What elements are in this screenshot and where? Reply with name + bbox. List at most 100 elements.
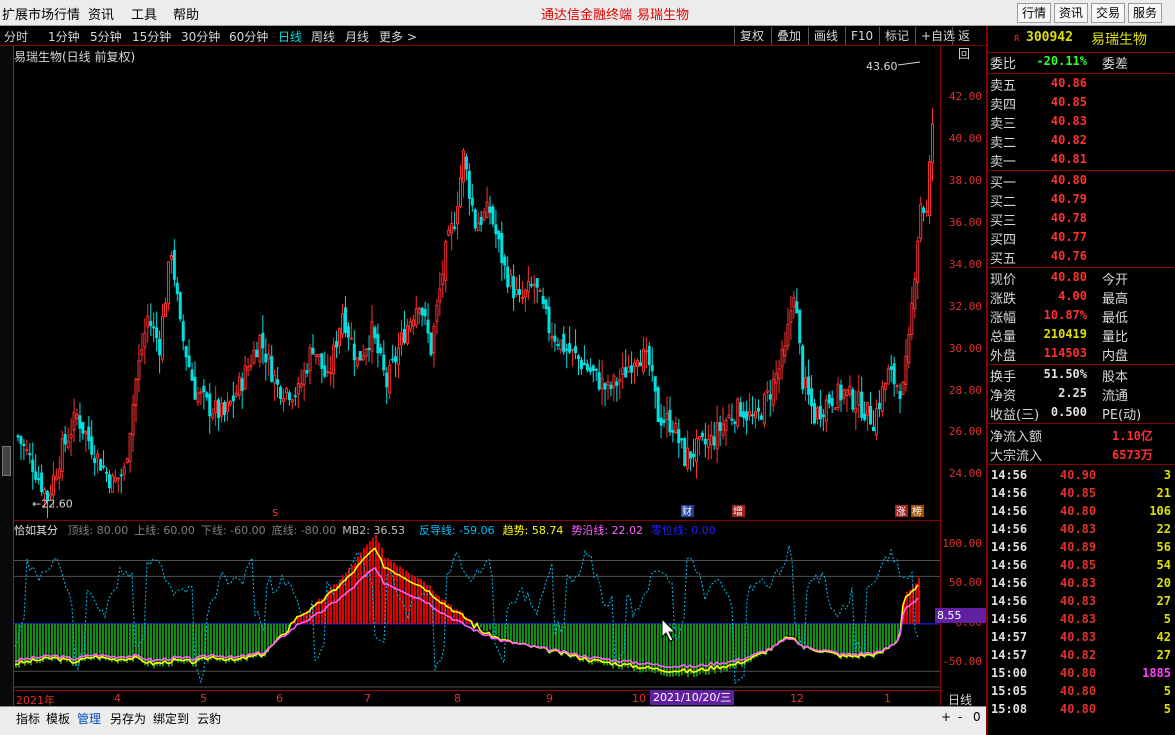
- quote-header: R 300942 易瑞生物: [988, 26, 1175, 52]
- stock-code: 300942: [1026, 30, 1073, 45]
- candle-body: [134, 378, 138, 407]
- indicator-chart[interactable]: [14, 520, 940, 690]
- candle-body: [653, 376, 657, 392]
- tick-price: 40.83: [1060, 630, 1097, 644]
- buy-level: 买三 40.78: [988, 210, 1175, 229]
- candle-body: [568, 343, 572, 353]
- indicator-bar: [498, 623, 500, 637]
- stat2: 净资 2.25 流通: [988, 385, 1175, 404]
- tick-price: 40.82: [1060, 648, 1097, 662]
- period-daily[interactable]: 日线: [278, 28, 302, 45]
- zoom-reset-button[interactable]: 0: [973, 710, 981, 724]
- indicator-y-tick: 100.00: [942, 536, 982, 550]
- candle-body: [624, 367, 628, 378]
- indicator-bar: [495, 623, 497, 636]
- splitter-handle[interactable]: [2, 446, 11, 476]
- fuquan-button[interactable]: 复权: [734, 27, 769, 45]
- period-30min[interactable]: 30分钟: [181, 28, 220, 45]
- candle-body: [877, 402, 881, 410]
- candle-body: [119, 474, 123, 477]
- indicator-svg[interactable]: [14, 521, 940, 691]
- indicator-bar: [222, 623, 224, 661]
- tick-price: 40.85: [1060, 558, 1097, 572]
- indicator-bar: [675, 623, 677, 676]
- period-60min[interactable]: 60分钟: [229, 28, 268, 45]
- indicator-bar: [48, 623, 50, 661]
- candle-body: [87, 426, 91, 442]
- back-button[interactable]: 返回: [952, 27, 986, 61]
- candle-body: [456, 206, 460, 225]
- stat-label: 涨跌: [990, 292, 1017, 307]
- candle-body: [845, 389, 849, 396]
- service-button[interactable]: 服务: [1128, 3, 1162, 23]
- indicator-line-value: 趋势: 58.74: [502, 524, 564, 537]
- indicator-bar: [57, 623, 59, 660]
- trade-button[interactable]: 交易: [1091, 3, 1125, 23]
- candle-body: [880, 386, 884, 412]
- kline-chart[interactable]: 43.60 ←22.60 S 财 增 涨榜: [14, 46, 940, 518]
- menu-help[interactable]: 帮助: [173, 4, 199, 23]
- tab-cloud[interactable]: 云豹: [197, 710, 221, 727]
- f10-button[interactable]: F10: [845, 27, 878, 45]
- y-tick-label: 38.00: [948, 174, 982, 188]
- y-tick-label: 40.00: [948, 132, 982, 146]
- quote-button[interactable]: 行情: [1017, 3, 1051, 23]
- candle-body: [842, 389, 846, 399]
- period-weekly[interactable]: 周线: [311, 28, 335, 45]
- left-scroll-strip[interactable]: [0, 46, 14, 706]
- indicator-bar: [96, 623, 98, 658]
- period-15min[interactable]: 15分钟: [132, 28, 171, 45]
- draw-line-button[interactable]: 画线: [808, 27, 843, 45]
- period-monthly[interactable]: 月线: [345, 28, 369, 45]
- overlay-button[interactable]: 叠加: [771, 27, 806, 45]
- candle-body: [444, 240, 448, 281]
- tab-bind-to[interactable]: 绑定到: [153, 710, 189, 727]
- stat2-label2: 流通: [1102, 389, 1129, 404]
- candle-body: [75, 413, 79, 420]
- candle-body: [550, 336, 554, 339]
- indicator-bar: [696, 623, 698, 677]
- flow-row: 大宗流入 6573万: [988, 445, 1175, 464]
- indicator-bar: [867, 623, 869, 657]
- period-timeshare[interactable]: 分时: [4, 28, 28, 45]
- indicator-name[interactable]: 恰如其分: [14, 524, 58, 537]
- candle-body: [93, 458, 97, 464]
- tab-template[interactable]: 模板: [46, 710, 70, 727]
- indicator-bar: [525, 623, 527, 644]
- candle-body: [491, 206, 495, 225]
- indicator-bar: [534, 623, 536, 647]
- candle-body: [237, 376, 241, 396]
- period-5min[interactable]: 5分钟: [90, 28, 122, 45]
- zoom-in-button[interactable]: +: [941, 710, 951, 724]
- candle-body: [512, 276, 516, 299]
- indicator-bar: [774, 623, 776, 646]
- weicha-label: 委差: [1102, 57, 1129, 72]
- indicator-bar: [705, 623, 707, 676]
- tick-time: 14:57: [991, 630, 1028, 644]
- news-button[interactable]: 资讯: [1054, 3, 1088, 23]
- tab-save-as[interactable]: 另存为: [110, 710, 146, 727]
- tick-time: 14:56: [991, 504, 1028, 518]
- candle-body: [317, 353, 321, 358]
- stat: 涨幅 10.87% 最低: [988, 307, 1175, 326]
- y-tick-label: 26.00: [948, 425, 982, 439]
- period-1min[interactable]: 1分钟: [48, 28, 80, 45]
- mark-button[interactable]: 标记: [879, 27, 914, 45]
- zoom-out-button[interactable]: -: [958, 710, 962, 724]
- quote-panel: R 300942 易瑞生物 委比 -20.11% 委差 卖五 40.86 卖四 40.…: [986, 26, 1175, 735]
- candle-body: [931, 123, 934, 164]
- tick-volume: 42: [1156, 630, 1171, 644]
- kline-svg[interactable]: 43.60 ←22.60 S 财 增 涨榜: [14, 46, 940, 518]
- menu-tools[interactable]: 工具: [131, 4, 157, 23]
- candle-body: [695, 438, 698, 462]
- candle-body: [686, 447, 690, 470]
- candle-body: [358, 350, 362, 361]
- menu-news[interactable]: 资讯: [88, 4, 114, 23]
- tab-indicator[interactable]: 指标: [16, 710, 40, 727]
- menu-extended-market[interactable]: 扩展市场行情: [2, 4, 80, 23]
- candle-body: [901, 381, 905, 396]
- tab-manage[interactable]: 管理: [77, 710, 101, 727]
- indicator-line-value: 势沿线: 22.02: [571, 524, 644, 537]
- period-more[interactable]: 更多 >: [379, 28, 417, 45]
- candle-body: [19, 436, 23, 444]
